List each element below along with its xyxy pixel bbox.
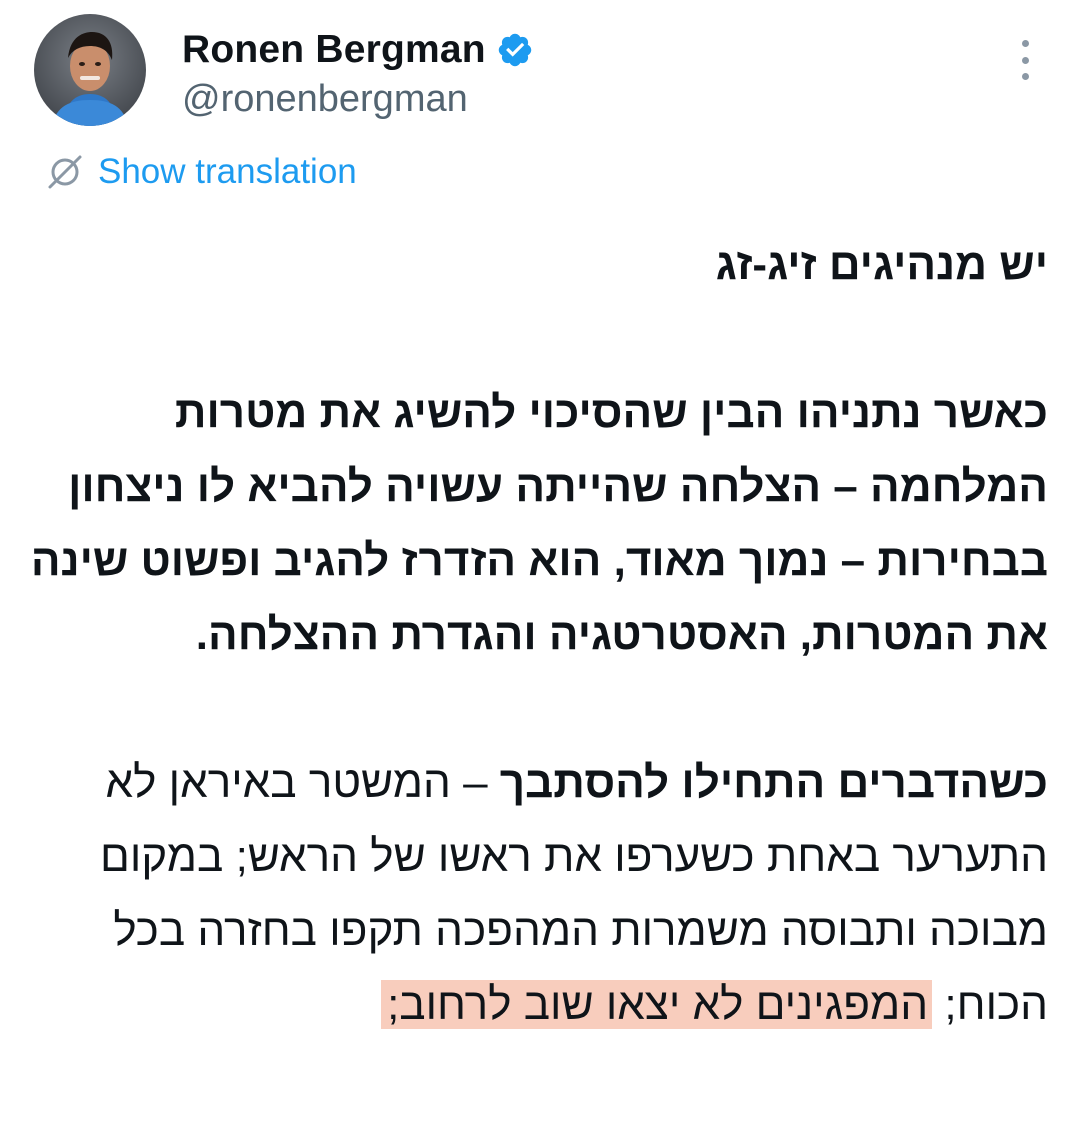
tweet-paragraph-2: כאשר נתניהו הבין שהסיכוי להשיג את מטרות … bbox=[30, 388, 1048, 659]
show-translation-row[interactable]: Show translation bbox=[46, 152, 357, 192]
display-name[interactable]: Ronen Bergman bbox=[182, 28, 486, 72]
tweet-header: Ronen Bergman @ronenbergman bbox=[34, 14, 1050, 129]
more-vertical-icon[interactable] bbox=[1018, 40, 1032, 80]
tweet-paragraph-3-bold: כשהדברים התחילו להסתבך bbox=[499, 758, 1048, 807]
verified-badge-icon bbox=[496, 31, 534, 69]
display-name-row: Ronen Bergman bbox=[182, 28, 534, 72]
tweet-line-1: יש מנהיגים זיג-זג bbox=[715, 240, 1048, 289]
highlighted-text: המפגינים לא יצאו שוב לרחוב; bbox=[381, 980, 933, 1029]
author-names: Ronen Bergman @ronenbergman bbox=[182, 28, 534, 121]
tweet-text: יש מנהיגים זיג-זג כאשר נתניהו הבין שהסיכ… bbox=[20, 228, 1048, 1042]
show-translation-link[interactable]: Show translation bbox=[98, 152, 357, 192]
avatar[interactable] bbox=[34, 14, 146, 126]
tweet-paragraph-3: כשהדברים התחילו להסתבך – המשטר באיראן לא… bbox=[20, 746, 1048, 1042]
translate-icon bbox=[46, 153, 84, 191]
author-handle[interactable]: @ronenbergman bbox=[182, 78, 534, 121]
